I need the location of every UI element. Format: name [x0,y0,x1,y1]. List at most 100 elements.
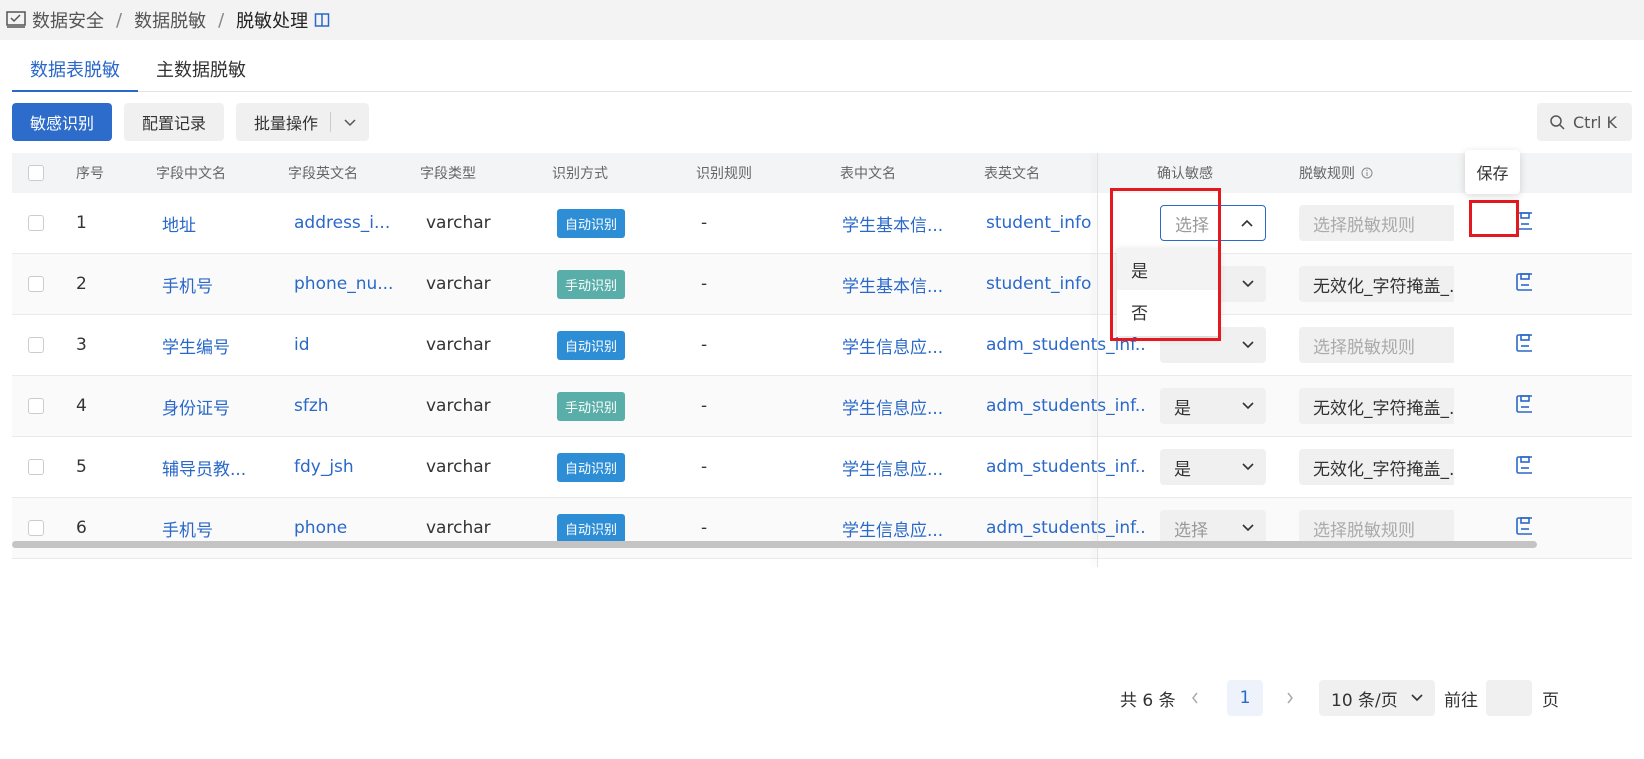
highlight-box [1469,200,1519,237]
column-header: 确认敏感 [1157,166,1213,182]
field-cn-name[interactable]: 辅导员教... [156,455,288,480]
field-cn-name[interactable]: 手机号 [156,272,288,297]
table-row: 5 辅导员教... fdy_jsh varchar 自动识别 - 学生信息应... adm_s… [12,437,1632,498]
next-page-icon[interactable] [1285,680,1295,716]
pager-total: 共 6 条 [1120,690,1176,711]
book-icon[interactable] [314,12,330,28]
breadcrumb-separator: / [218,9,225,31]
mask-rule-value: 无效化_字符掩盖_... [1313,459,1454,480]
chevron-down-icon[interactable] [330,112,369,132]
tab-bar: 数据表脱敏 主数据脱敏 [12,40,1632,92]
save-icon[interactable] [1515,272,1532,292]
chevron-up-icon [1241,219,1253,227]
field-en-name[interactable]: fdy_jsh [288,457,420,477]
row-checkbox[interactable] [28,398,44,414]
horizontal-scrollbar[interactable] [12,541,1537,548]
column-header: 字段英文名 [288,166,358,182]
table-en-name[interactable]: adm_students_inf... [984,518,1144,538]
table-row: 6 手机号 phone varchar 自动识别 - 学生信息应... adm_student… [12,498,1632,559]
batch-button[interactable]: 批量操作 [236,103,370,141]
select-all-checkbox[interactable] [28,165,44,181]
rule-value: - [701,274,708,294]
save-icon[interactable] [1515,455,1532,475]
column-header: 表英文名 [984,166,1040,182]
goto-label: 前往 [1444,690,1478,711]
goto-page-input[interactable] [1486,680,1532,716]
identify-button[interactable]: 敏感识别 [12,103,113,141]
table-cn-name[interactable]: 学生信息应... [840,394,984,419]
info-icon[interactable] [1361,167,1373,179]
mask-rule-select[interactable]: 选择脱敏规则 [1299,205,1454,241]
fixed-column-divider [1097,153,1098,567]
records-button[interactable]: 配置记录 [124,103,225,141]
chevron-down-icon [1242,280,1254,288]
column-header: 识别规则 [696,166,752,182]
column-header: 字段类型 [420,166,476,182]
row-checkbox[interactable] [28,459,44,475]
breadcrumb-separator: / [116,9,123,31]
save-icon[interactable] [1515,394,1532,414]
batch-label: 批量操作 [254,114,319,133]
page-size-select[interactable]: 10 条/页 [1319,680,1435,716]
method-tag: 自动识别 [557,208,626,238]
row-number: 5 [76,457,87,477]
tab-master-data-masking[interactable]: 主数据脱敏 [138,40,264,92]
mask-rule-value: 无效化_字符掩盖_... [1313,276,1454,297]
row-checkbox[interactable] [28,215,44,231]
column-header: 字段中文名 [156,166,226,182]
rule-value: - [701,457,708,477]
field-cn-name[interactable]: 学生编号 [156,333,288,358]
table-en-name[interactable]: adm_students_inf... [984,457,1144,477]
chevron-down-icon [1242,463,1254,471]
table-cn-name[interactable]: 学生信息应... [840,516,984,541]
row-number: 2 [76,274,87,294]
table-en-name[interactable]: adm_students_inf... [984,396,1144,416]
field-en-name[interactable]: sfzh [288,396,420,416]
field-en-name[interactable]: address_i... [288,213,420,233]
breadcrumb: 数据安全 / 数据脱敏 / 脱敏处理 [0,0,1644,40]
mask-rule-value: 选择脱敏规则 [1313,337,1415,358]
breadcrumb-item[interactable]: 数据安全 [32,7,104,33]
save-icon[interactable] [1515,516,1532,536]
mask-rule-select[interactable]: 无效化_字符掩盖_... [1299,388,1454,424]
row-number: 6 [76,518,87,538]
field-type: varchar [426,335,491,355]
method-tag: 手动识别 [557,269,626,299]
mask-rule-select[interactable]: 选择脱敏规则 [1299,327,1454,363]
table-cn-name[interactable]: 学生信息应... [840,455,984,480]
breadcrumb-item[interactable]: 数据脱敏 [134,7,206,33]
field-en-name[interactable]: id [288,335,420,355]
save-icon[interactable] [1515,333,1532,353]
row-checkbox[interactable] [28,276,44,292]
prev-page-icon[interactable] [1190,680,1200,716]
page-unit-label: 页 [1542,690,1559,711]
mask-rule-select[interactable]: 无效化_字符掩盖_... [1299,449,1454,485]
confirm-value: 是 [1174,398,1191,419]
table-cn-name[interactable]: 学生信息应... [840,333,984,358]
field-type: varchar [426,518,491,538]
field-en-name[interactable]: phone_nu... [288,274,420,294]
page-number[interactable]: 1 [1227,680,1263,716]
row-checkbox[interactable] [28,520,44,536]
table-cn-name[interactable]: 学生基本信... [840,272,984,297]
field-en-name[interactable]: phone [288,518,420,538]
breadcrumb-current: 脱敏处理 [236,11,309,32]
field-cn-name[interactable]: 手机号 [156,516,288,541]
row-checkbox[interactable] [28,337,44,353]
confirm-select[interactable]: 是 [1160,449,1266,485]
table-cn-name[interactable]: 学生基本信... [840,211,984,236]
field-cn-name[interactable]: 身份证号 [156,394,288,419]
table-header: 序号 字段中文名 字段英文名 字段类型 识别方式 识别规则 表中文名 表英文名 … [12,153,1632,193]
mask-rule-value: 无效化_字符掩盖_... [1313,398,1454,419]
tab-table-masking[interactable]: 数据表脱敏 [12,40,138,92]
confirm-value: 选择 [1174,520,1208,541]
confirm-select[interactable]: 是 [1160,388,1266,424]
method-tag: 自动识别 [557,330,626,360]
table-row: 4 身份证号 sfzh varchar 手动识别 - 学生信息应... adm_student… [12,376,1632,437]
mask-rule-select[interactable]: 无效化_字符掩盖_... [1299,266,1454,302]
search-box[interactable]: Ctrl K [1537,103,1632,141]
row-number: 3 [76,335,87,355]
column-header: 识别方式 [552,166,608,182]
field-cn-name[interactable]: 地址 [156,211,288,236]
toolbar: 敏感识别 配置记录 批量操作 [12,103,370,141]
